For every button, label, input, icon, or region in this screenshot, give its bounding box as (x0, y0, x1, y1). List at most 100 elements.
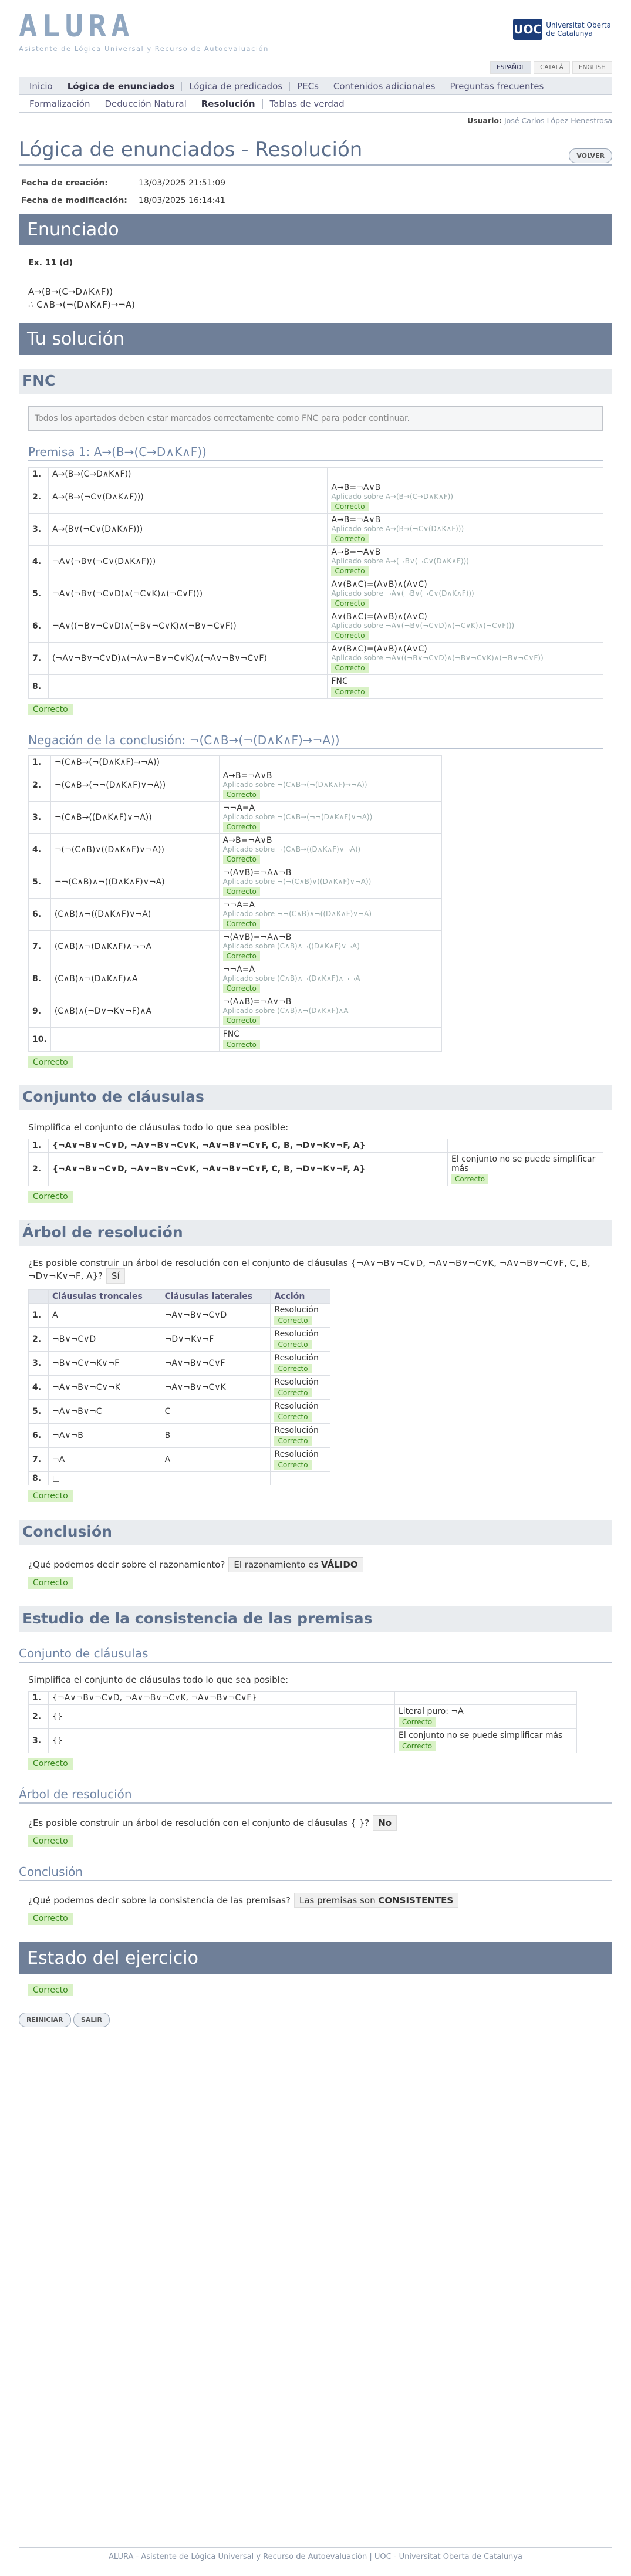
rule: FNC (331, 677, 348, 686)
col-num (28, 1289, 49, 1304)
row-num: 3. (28, 1351, 49, 1376)
rule-cell: ¬¬A=A Aplicado sobre ¬(C∧B→(¬¬(D∧K∧F)∨¬A)… (218, 801, 443, 834)
estudio-q2: ¿Es posible construir un árbol de resolu… (28, 1815, 603, 1831)
clause-set: {} (48, 1728, 395, 1753)
action-cell: Resolución Correcto (270, 1327, 330, 1352)
step-row: 2. A→(B→(¬C∨(D∧K∧F))) A→B=¬A∨B Aplicado sob… (28, 481, 603, 514)
footer: ALURA - Asistente de Lógica Universal y … (19, 2547, 612, 2561)
formula: A→(B→(C→D∧K∧F)) (48, 467, 328, 481)
ok-badge: Correcto (222, 790, 260, 799)
row-num: 1. (28, 1691, 49, 1705)
created-label: Fecha de creación: (21, 178, 108, 188)
exit-button[interactable]: SALIR (73, 2013, 110, 2027)
menu-faq[interactable]: Preguntas frecuentes (443, 82, 551, 91)
formula: ¬(C∧B→(¬(D∧K∧F)→¬A)) (50, 755, 220, 769)
estado-ok: Correcto (28, 1984, 73, 1996)
rule-cell: A→B=¬A∨B Aplicado sobre ¬(C∧B→(¬(D∧K∧F)→¬… (218, 769, 443, 802)
conclusion-answer[interactable]: El razonamiento es VÁLIDO (228, 1557, 363, 1572)
rule-cell: A∨(B∧C)=(A∨B)∧(A∨C) Aplicado sobre ¬A∨(¬B… (327, 610, 603, 643)
formula: (¬A∨¬B∨¬C∨D)∧(¬A∨¬B∨¬C∨K)∧(¬A∨¬B∨¬C∨F) (48, 642, 328, 675)
action: Resolución (274, 1450, 319, 1459)
estudio-ans3-pre: Las premisas son (299, 1895, 379, 1906)
arbol-answer[interactable]: Sí (106, 1268, 125, 1284)
menu-contenidos[interactable]: Contenidos adicionales (326, 81, 443, 91)
submenu-formalizacion[interactable]: Formalización (22, 99, 98, 109)
row-num: 9. (28, 995, 51, 1028)
submenu-deduccion[interactable]: Deducción Natural (97, 99, 194, 109)
menu-pecs[interactable]: PECs (290, 81, 326, 91)
tree-row: 5. ¬A∨¬B∨¬C C Resolución Correcto (28, 1399, 330, 1424)
fnc-notice: Todos los apartados deben estar marcados… (28, 406, 603, 431)
uoc-mark-text: UOC (514, 22, 542, 36)
row-num: 4. (28, 1375, 49, 1400)
estudio-ok2: Correcto (28, 1835, 73, 1847)
formula: (C∧B)∧¬((D∧K∧F)∨¬A) (50, 898, 220, 931)
action-cell: Resolución Correcto (270, 1303, 330, 1328)
arbol-ok: Correcto (28, 1490, 73, 1502)
lateral-clause: B (160, 1423, 271, 1448)
ok-badge: Correcto (274, 1316, 312, 1325)
enunciado-conclusion: ∴ C∧B→(¬(D∧K∧F)→¬A) (28, 299, 135, 310)
lang-en[interactable]: ENGLISH (572, 61, 612, 74)
modified-row: Fecha de modificación: 18/03/2025 16:14:4… (21, 196, 610, 205)
step-row: 1. ¬(C∧B→(¬(D∧K∧F)→¬A)) (28, 755, 443, 769)
applied-on: Aplicado sobre ¬(C∧B→(¬(D∧K∧F)→¬A)) (222, 781, 367, 789)
row-num: 6. (28, 610, 49, 643)
applied-on: Aplicado sobre (C∧B)∧¬(D∧K∧F)∧A (222, 1007, 349, 1015)
formula: ¬A∨((¬B∨¬C∨D)∧(¬B∨¬C∨K)∧(¬B∨¬C∨F)) (48, 610, 328, 643)
row-num: 1. (28, 755, 51, 769)
row-num: 1. (28, 1139, 49, 1153)
col-header-0: Cláusulas troncales (48, 1289, 161, 1304)
action: Resolución (274, 1329, 319, 1339)
row-num: 2. (28, 1704, 49, 1729)
back-button[interactable]: VOLVER (569, 148, 612, 163)
estudio-prompt: Simplifica el conjunto de cláusulas todo… (28, 1674, 289, 1685)
ok-badge: Correcto (331, 687, 369, 697)
conjunto-prompt: Simplifica el conjunto de cláusulas todo… (28, 1122, 289, 1133)
ok-badge: Correcto (399, 1717, 436, 1727)
ok-badge: Correcto (274, 1340, 312, 1349)
ok-badge: Correcto (331, 631, 369, 640)
submenu-tablas[interactable]: Tablas de verdad (263, 99, 352, 109)
step-row: 2. ¬(C∧B→(¬¬(D∧K∧F)∨¬A)) A→B=¬A∨B Aplicado … (28, 769, 443, 802)
ok-badge: Correcto (222, 1016, 260, 1025)
menu-logica-enunciados[interactable]: Lógica de enunciados (60, 81, 183, 91)
tree-row: 2. ¬B∨¬C∨D ¬D∨¬K∨¬F Resolución Correcto (28, 1327, 330, 1352)
exercise-id: Ex. 11 (d) (28, 258, 73, 268)
action: Resolución (274, 1402, 319, 1411)
step-row: 8. (C∧B)∧¬(D∧K∧F)∧A ¬¬A=A Aplicado sobre (C… (28, 963, 443, 995)
row-num: 2. (28, 1327, 49, 1352)
estudio-row: 3.{} El conjunto no se puede simplificar … (28, 1728, 577, 1753)
lang-es[interactable]: ESPAÑOL (490, 61, 532, 74)
note-cell: Literal puro: ¬A Correcto (394, 1704, 577, 1729)
action-cell: Resolución Correcto (270, 1423, 330, 1448)
estudio-ans3[interactable]: Las premisas son CONSISTENTES (294, 1893, 459, 1908)
conclusion-ok: Correcto (28, 1577, 73, 1589)
ok-badge: Correcto (274, 1436, 312, 1446)
menu-inicio[interactable]: Inicio (22, 81, 60, 91)
rule: A∨(B∧C)=(A∨B)∧(A∨C) (331, 644, 427, 654)
rule: FNC (222, 1029, 239, 1039)
step-row: 6. ¬A∨((¬B∨¬C∨D)∧(¬B∨¬C∨K)∧(¬B∨¬C∨F)) A∨(B… (28, 610, 603, 643)
step-row: 4. ¬(¬(C∧B)∨((D∧K∧F)∨¬A)) A→B=¬A∨B Aplicado… (28, 833, 443, 866)
action: Resolución (274, 1426, 319, 1435)
trunk-clause: ¬A (48, 1447, 161, 1472)
ok-badge: Correcto (274, 1388, 312, 1397)
step-row: 3. ¬(C∧B→((D∧K∧F)∨¬A)) ¬¬A=A Aplicado sobre… (28, 801, 443, 834)
user-label: Usuario: (467, 116, 502, 125)
lang-ca[interactable]: CATALÀ (534, 61, 570, 74)
estado-header: Estado del ejercicio (19, 1942, 612, 1974)
estudio-row: 2.{} Literal puro: ¬A Correcto (28, 1704, 577, 1729)
trunk-clause: ¬B∨¬C∨D (48, 1327, 161, 1352)
estudio-ans2[interactable]: No (373, 1815, 397, 1831)
menu-logica-predicados[interactable]: Lógica de predicados (182, 81, 291, 91)
trunk-clause: ¬A∨¬B∨¬C (48, 1399, 161, 1424)
trunk-clause: ¬A∨¬B∨¬C∨¬K (48, 1375, 161, 1400)
reset-button[interactable]: REINICIAR (19, 2013, 71, 2027)
lateral-clause: C (160, 1399, 271, 1424)
submenu-resolucion[interactable]: Resolución (194, 99, 263, 109)
user-name: José Carlos López Henestrosa (504, 116, 612, 125)
uoc-logo[interactable]: UOC Universitat Oberta de Catalunya (513, 19, 611, 40)
page-title-text: Lógica de enunciados - Resolución (19, 138, 363, 161)
rule-cell: A→B=¬A∨B Aplicado sobre ¬(C∧B→((D∧K∧F)∨¬A… (218, 833, 443, 866)
